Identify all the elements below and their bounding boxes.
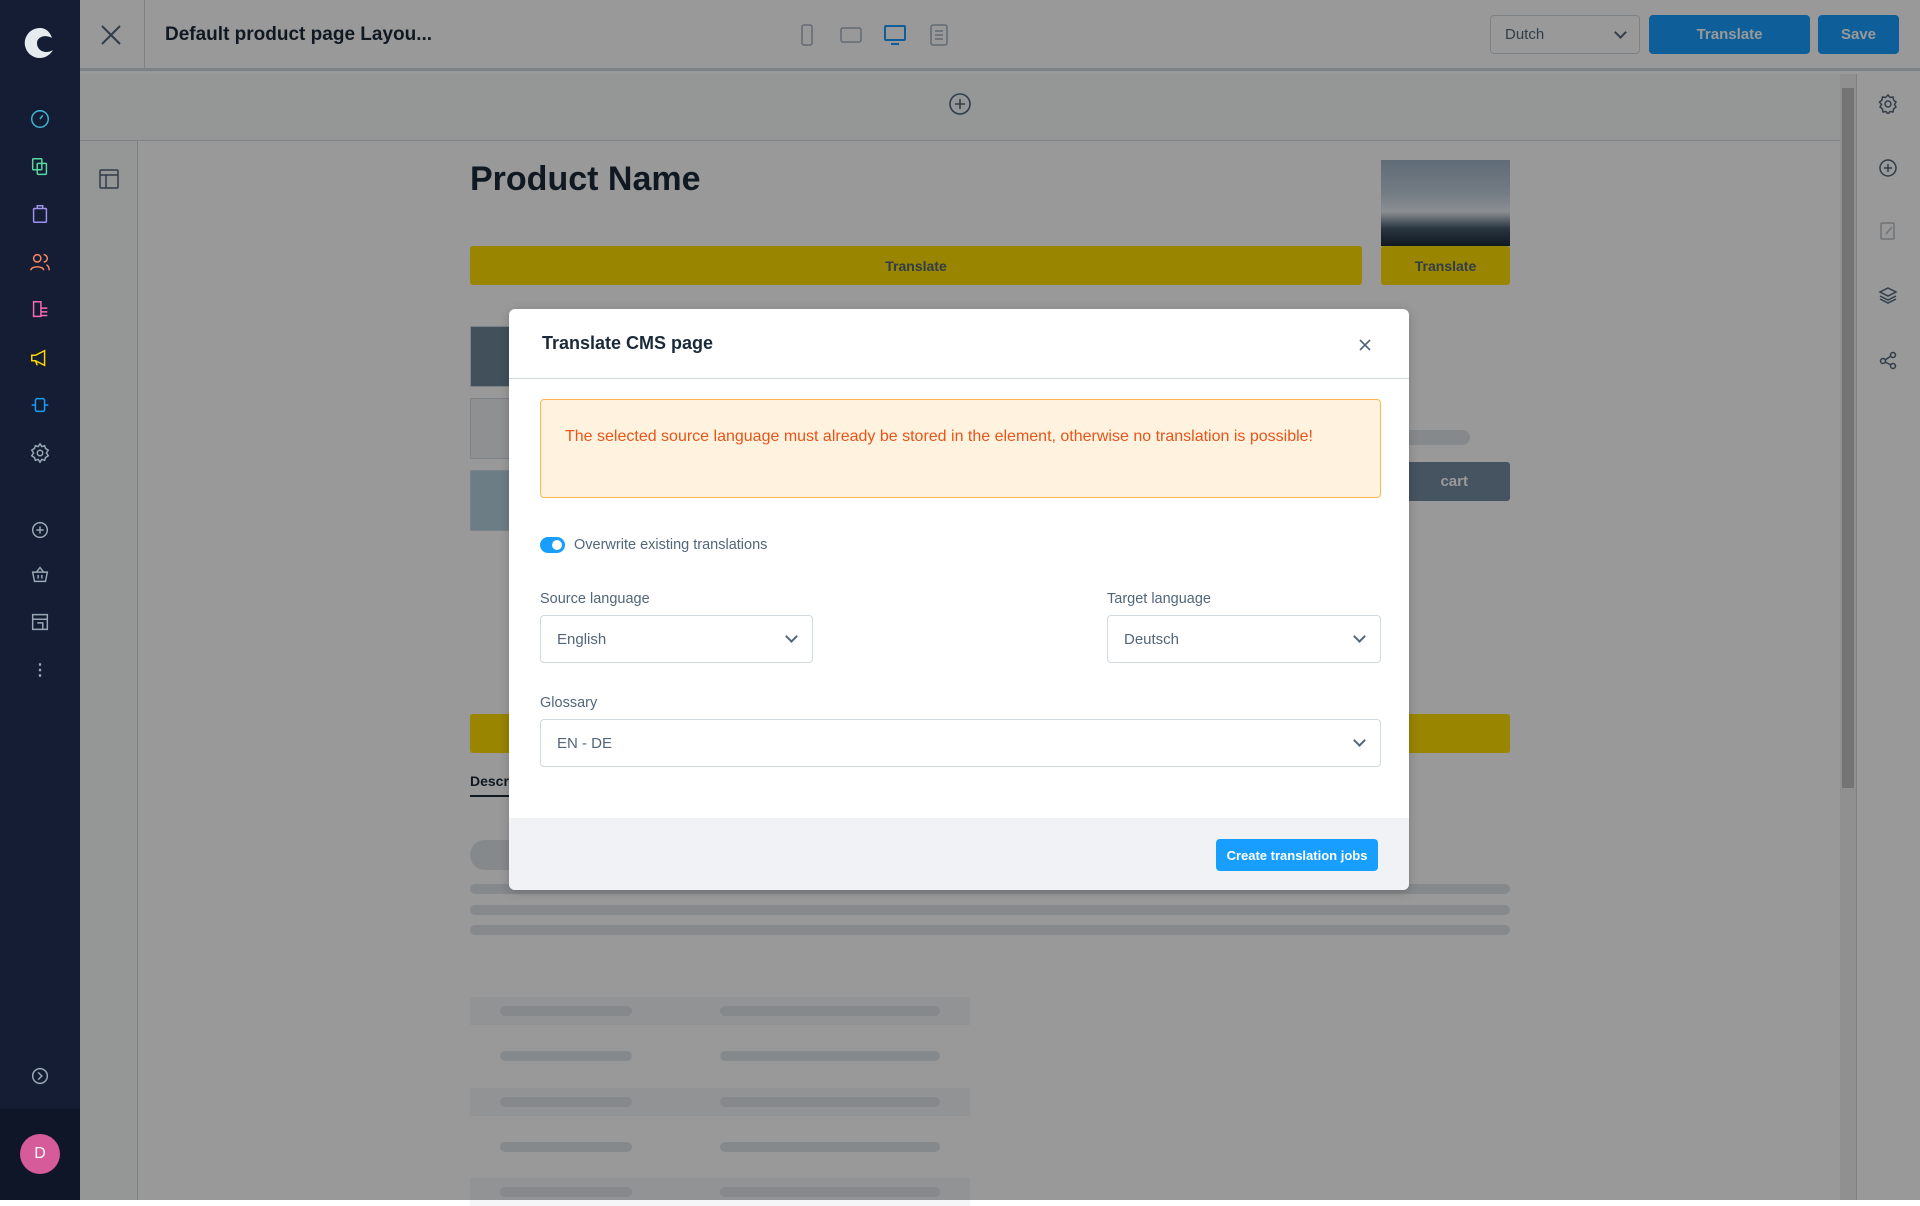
translate-cms-modal: Translate CMS page The selected source l… [509,309,1409,890]
glossary-label: Glossary [540,695,598,711]
source-language-select[interactable]: English [540,615,813,663]
marketing-icon[interactable] [28,346,52,370]
target-language-label: Target language [1107,591,1211,607]
settings-icon[interactable] [28,441,52,465]
close-icon[interactable] [1359,338,1371,351]
content-icon[interactable] [28,298,52,322]
dashboard-icon[interactable] [28,107,52,131]
extensions-icon[interactable] [28,393,52,417]
chevron-down-icon [1353,734,1366,747]
customers-icon[interactable] [28,250,52,274]
source-language-label: Source language [540,591,650,607]
avatar[interactable]: D [20,1134,60,1174]
user-area: D [0,1109,80,1200]
overwrite-label: Overwrite existing translations [574,537,768,553]
shopware-logo[interactable] [23,26,57,60]
basket-icon[interactable] [28,562,52,586]
expand-sidebar-icon[interactable] [28,1064,52,1088]
modal-title: Translate CMS page [542,333,714,353]
create-translation-jobs-button[interactable]: Create translation jobs [1216,839,1378,871]
more-icon[interactable]: ⋮ [28,658,52,682]
add-icon[interactable] [28,518,52,542]
overwrite-toggle[interactable] [540,537,565,553]
glossary-select[interactable]: EN - DE [540,719,1381,767]
modal-header: Translate CMS page [509,309,1409,379]
source-language-value: English [557,630,607,648]
store-icon[interactable] [28,610,52,634]
catalogue-icon[interactable] [28,155,52,179]
chevron-down-icon [1353,630,1366,643]
target-language-value: Deutsch [1124,630,1180,648]
glossary-value: EN - DE [557,734,613,752]
orders-icon[interactable] [28,202,52,226]
warning-alert: The selected source language must alread… [540,399,1381,498]
main-sidebar: ⋮ D [0,0,80,1200]
modal-footer: Create translation jobs [509,818,1409,890]
target-language-select[interactable]: Deutsch [1107,615,1381,663]
chevron-down-icon [785,630,798,643]
